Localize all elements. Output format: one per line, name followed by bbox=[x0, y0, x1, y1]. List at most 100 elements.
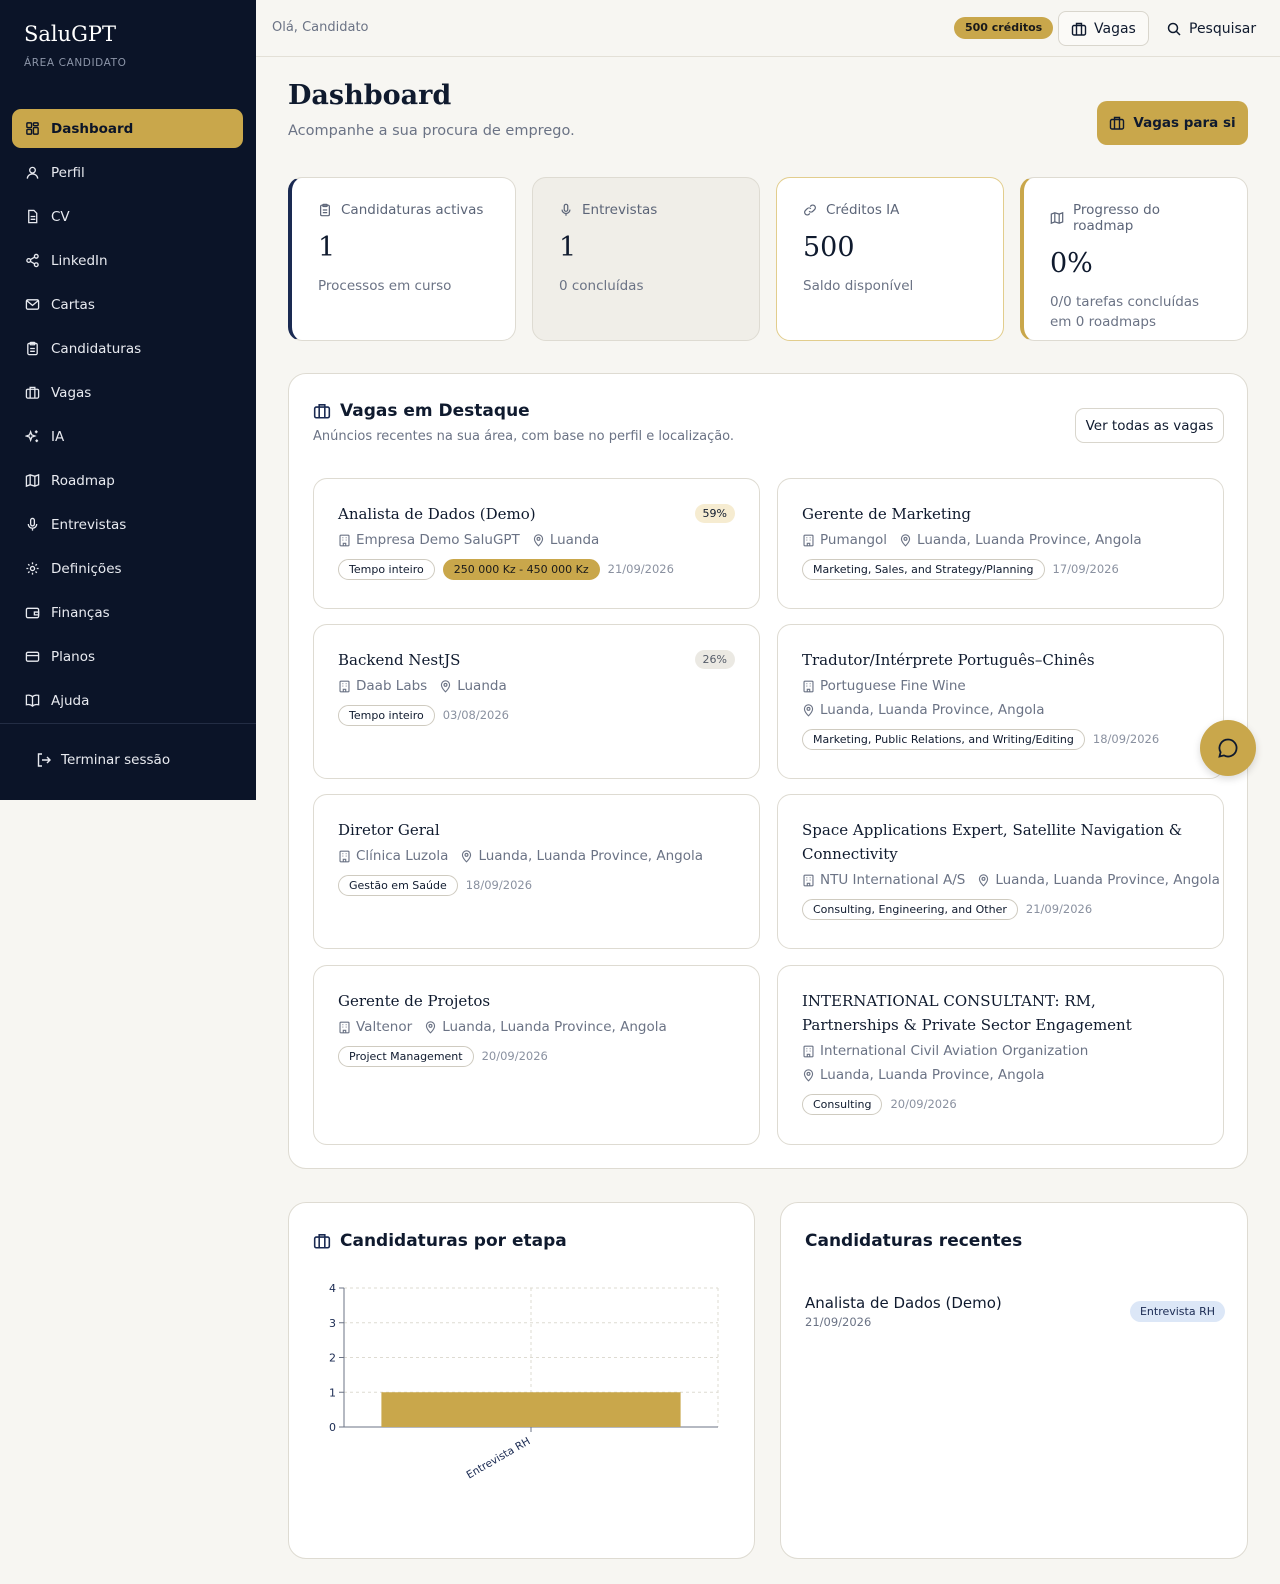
sidebar-item-vagas[interactable]: Vagas bbox=[12, 373, 243, 412]
stat-card-applications: Candidaturas activas 1 Processos em curs… bbox=[288, 177, 516, 341]
job-date: 18/09/2026 bbox=[465, 878, 533, 892]
sidebar-item-ia[interactable]: IA bbox=[12, 417, 243, 456]
job-card[interactable]: Gerente de Marketing Pumangol Luanda, Lu… bbox=[777, 478, 1224, 609]
job-location: Luanda, Luanda Province, Angola bbox=[820, 702, 1045, 718]
location-pin-icon bbox=[977, 873, 995, 887]
y-tick-label: 3 bbox=[329, 1317, 336, 1330]
job-title: Diretor Geral bbox=[338, 821, 440, 839]
sidebar-item-label: Roadmap bbox=[51, 472, 115, 489]
sidebar-item-cv[interactable]: CV bbox=[12, 197, 243, 236]
sidebar-item-dashboard[interactable]: Dashboard bbox=[12, 109, 243, 148]
chat-bubble-icon bbox=[1216, 736, 1240, 760]
map-icon bbox=[24, 473, 40, 489]
job-tag: Marketing, Public Relations, and Writing… bbox=[802, 728, 1085, 750]
stat-note: 0/0 tarefas concluídas em 0 roadmaps bbox=[1050, 294, 1200, 330]
jobs-for-you-button[interactable]: Vagas para si bbox=[1097, 101, 1248, 145]
header-search-button[interactable]: Pesquisar bbox=[1154, 11, 1268, 46]
job-date: 17/09/2026 bbox=[1052, 562, 1119, 576]
logout-label: Terminar sessão bbox=[61, 752, 171, 768]
sidebar-item-linkedin[interactable]: LinkedIn bbox=[12, 241, 243, 280]
job-tag: Tempo inteiro bbox=[338, 558, 435, 580]
stat-label: Créditos IA bbox=[826, 202, 900, 218]
sidebar-item-label: LinkedIn bbox=[51, 252, 108, 269]
job-card[interactable]: Analista de Dados (Demo) 59% Empresa Dem… bbox=[313, 478, 760, 609]
job-card[interactable]: Space Applications Expert, Satellite Nav… bbox=[777, 794, 1224, 949]
briefcase-icon bbox=[1109, 115, 1133, 131]
sidebar-item-planos[interactable]: Planos bbox=[12, 637, 243, 676]
building-icon bbox=[338, 1021, 356, 1034]
header-search-label: Pesquisar bbox=[1189, 20, 1257, 37]
job-card[interactable]: Backend NestJS 26% Daab Labs Luanda Temp… bbox=[313, 624, 760, 779]
stat-label: Progresso do roadmap bbox=[1073, 202, 1160, 234]
brand-subtitle: ÁREA CANDIDATO bbox=[24, 57, 127, 69]
stat-note: Saldo disponível bbox=[803, 278, 914, 294]
sidebar-item-candidaturas[interactable]: Candidaturas bbox=[12, 329, 243, 368]
jobs-for-you-label: Vagas para si bbox=[1133, 115, 1236, 131]
job-tag: Project Management bbox=[338, 1045, 474, 1067]
sidebar-item-label: Candidaturas bbox=[51, 340, 142, 357]
job-location: Luanda, Luanda Province, Angola bbox=[442, 1019, 667, 1035]
bar bbox=[381, 1392, 681, 1427]
job-date: 21/09/2026 bbox=[607, 562, 674, 576]
sidebar-item-definicoes[interactable]: Definições bbox=[12, 549, 243, 588]
logout-button[interactable]: Terminar sessão bbox=[36, 752, 170, 768]
job-card[interactable]: Gerente de Projetos Valtenor Luanda, Lua… bbox=[313, 965, 760, 1145]
sidebar-item-ajuda[interactable]: Ajuda bbox=[12, 681, 243, 720]
recent-application-item[interactable]: Analista de Dados (Demo) 21/09/2026 Entr… bbox=[805, 1294, 1225, 1329]
job-tag: Tempo inteiro bbox=[338, 704, 435, 726]
job-tag: Consulting bbox=[802, 1093, 883, 1115]
location-pin-icon bbox=[802, 703, 820, 717]
x-tick-label: Entrevista RH bbox=[464, 1435, 532, 1481]
briefcase-icon bbox=[313, 402, 340, 420]
job-company: Valtenor bbox=[356, 1019, 413, 1035]
chat-button[interactable] bbox=[1200, 720, 1256, 776]
sidebar-item-cartas[interactable]: Cartas bbox=[12, 285, 243, 324]
match-badge: 59% bbox=[694, 504, 735, 523]
sidebar-item-label: Entrevistas bbox=[51, 516, 127, 533]
building-icon bbox=[338, 680, 356, 693]
job-card[interactable]: Diretor Geral Clínica Luzola Luanda, Lua… bbox=[313, 794, 760, 949]
credits-badge[interactable]: 500 créditos bbox=[954, 17, 1054, 39]
featured-jobs-section: Vagas em Destaque Anúncios recentes na s… bbox=[288, 373, 1248, 1169]
job-card[interactable]: Tradutor/Intérprete Português–Chinês Por… bbox=[777, 624, 1224, 779]
y-tick-label: 0 bbox=[329, 1421, 336, 1434]
header-vagas-label: Vagas bbox=[1094, 20, 1136, 37]
sidebar-item-financas[interactable]: Finanças bbox=[12, 593, 243, 632]
job-location: Luanda, Luanda Province, Angola bbox=[820, 1067, 1045, 1083]
top-bar: Olá, Candidato 500 créditos Vagas Pesqui… bbox=[256, 0, 1280, 57]
briefcase-icon bbox=[24, 385, 40, 401]
file-icon bbox=[24, 209, 40, 225]
job-title: Space Applications Expert, Satellite Nav… bbox=[802, 821, 1183, 863]
sidebar-item-roadmap[interactable]: Roadmap bbox=[12, 461, 243, 500]
job-location: Luanda bbox=[549, 532, 600, 548]
header-vagas-button[interactable]: Vagas bbox=[1058, 11, 1149, 46]
job-location: Luanda, Luanda Province, Angola bbox=[478, 848, 704, 864]
job-title: INTERNATIONAL CONSULTANT: RM, Partnershi… bbox=[802, 992, 1132, 1034]
sidebar-item-perfil[interactable]: Perfil bbox=[12, 153, 243, 192]
briefcase-icon bbox=[1071, 21, 1094, 37]
sidebar-item-label: Finanças bbox=[51, 604, 110, 621]
view-all-jobs-button[interactable]: Ver todas as vagas bbox=[1075, 408, 1224, 443]
sidebar-item-label: Dashboard bbox=[51, 120, 134, 137]
location-pin-icon bbox=[460, 849, 478, 863]
location-pin-icon bbox=[532, 533, 550, 547]
job-title: Gerente de Marketing bbox=[802, 505, 972, 523]
sidebar-item-entrevistas[interactable]: Entrevistas bbox=[12, 505, 243, 544]
job-tag: Gestão em Saúde bbox=[338, 874, 458, 896]
brand-logo[interactable]: SaluGPT bbox=[24, 22, 116, 46]
job-date: 21/09/2026 bbox=[1025, 902, 1093, 916]
job-company: Empresa Demo SaluGPT bbox=[356, 532, 520, 548]
job-location: Luanda bbox=[457, 678, 507, 694]
user-icon bbox=[24, 165, 40, 181]
status-badge: Entrevista RH bbox=[1129, 1301, 1225, 1322]
sidebar-item-label: Cartas bbox=[51, 296, 95, 313]
job-company: Portuguese Fine Wine bbox=[820, 678, 966, 694]
stat-note: Processos em curso bbox=[318, 278, 452, 294]
stat-card-roadmap: Progresso do roadmap 0% 0/0 tarefas conc… bbox=[1020, 177, 1248, 341]
stat-value: 1 bbox=[318, 232, 336, 263]
job-card[interactable]: INTERNATIONAL CONSULTANT: RM, Partnershi… bbox=[777, 965, 1224, 1145]
building-icon bbox=[802, 1045, 820, 1058]
job-tag: Marketing, Sales, and Strategy/Planning bbox=[802, 558, 1045, 580]
job-company: Clínica Luzola bbox=[356, 848, 449, 864]
sparkles-icon bbox=[24, 429, 40, 445]
